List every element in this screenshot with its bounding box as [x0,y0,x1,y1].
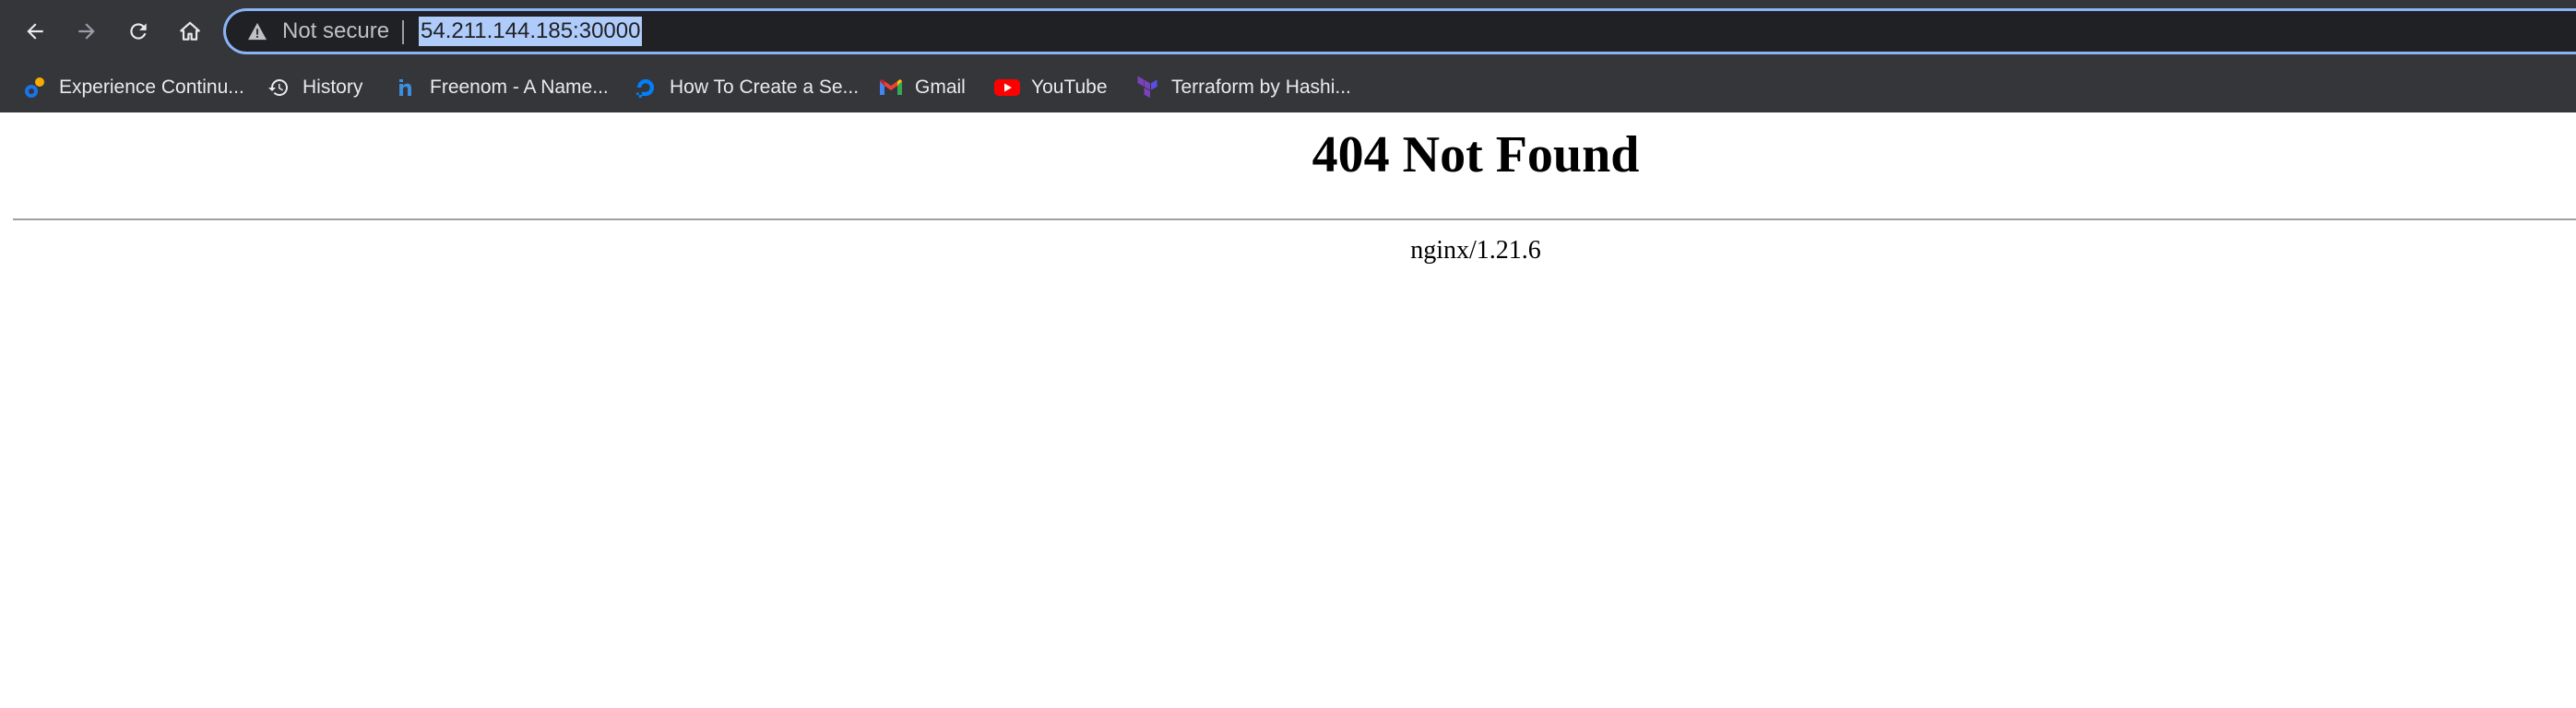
bookmark-gmail[interactable]: Gmail [878,72,966,103]
youtube-logo-icon [994,75,1020,100]
bookmark-label: Experience Continu... [59,77,244,98]
dollar-logo-icon [22,75,48,100]
page-content: 404 Not Found nginx/1.21.6 [0,112,2576,708]
bookmark-history[interactable]: History [266,72,362,103]
forward-button[interactable] [66,11,107,52]
reload-button[interactable] [118,11,159,52]
terraform-logo-icon [1134,75,1160,100]
bookmark-terraform[interactable]: Terraform by Hashi... [1134,72,1351,103]
security-status[interactable]: Not secure [282,18,389,44]
browser-chrome: Not secure 54.211.144.185:30000 Experien… [0,0,2576,112]
freenom-logo-icon [393,75,419,100]
bookmark-youtube[interactable]: YouTube [994,72,1108,103]
page-title: 404 Not Found [1312,126,1640,183]
bookmark-label: How To Create a Se... [670,77,860,98]
bookmark-how-to-create[interactable]: How To Create a Se... [633,72,859,103]
bookmark-label: Gmail [915,77,966,98]
gmail-logo-icon [878,75,904,100]
reload-icon [126,19,150,43]
bookmark-experience-continu[interactable]: Experience Continu... [22,72,244,103]
back-button[interactable] [15,11,55,52]
warning-triangle-icon[interactable] [247,22,267,45]
browser-toolbar: Not secure 54.211.144.185:30000 [0,0,2576,63]
home-icon [178,19,202,43]
server-signature: nginx/1.21.6 [1410,236,1541,265]
divider [13,218,2576,220]
arrow-left-icon [23,19,47,43]
bookmark-label: Freenom - A Name... [430,77,609,98]
url-text[interactable]: 54.211.144.185:30000 [419,17,643,46]
home-button[interactable] [170,11,210,52]
bookmark-label: History [303,77,363,98]
bookmark-freenom[interactable]: Freenom - A Name... [393,72,609,103]
arrow-right-icon [75,19,99,43]
bookmark-label: YouTube [1031,77,1108,98]
history-icon [266,75,291,100]
omnibox[interactable]: Not secure 54.211.144.185:30000 [223,8,2576,54]
digitalocean-logo-icon [633,75,659,100]
bookmark-label: Terraform by Hashi... [1171,77,1351,98]
bookmarks-bar: Experience Continu... History Freenom - … [0,63,2576,112]
omnibox-divider [402,20,404,44]
